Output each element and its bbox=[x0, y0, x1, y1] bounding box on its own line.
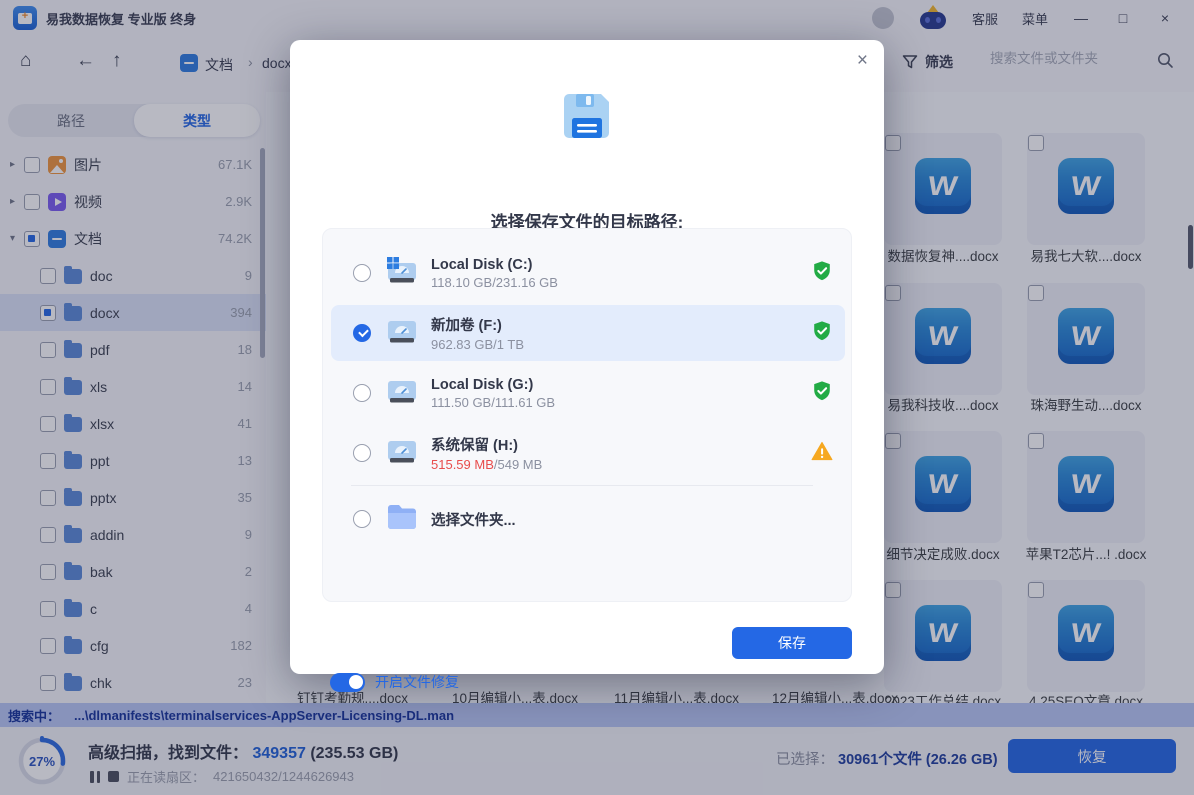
save-path-dialog: × 选择保存文件的目标路径: 您有30961个文件(26.26 GB)需要恢复。 bbox=[290, 40, 884, 674]
drive-icon bbox=[385, 316, 419, 351]
drive-row-c[interactable]: Local Disk (C:) 118.10 GB/231.16 GB bbox=[331, 245, 845, 301]
radio-unselected[interactable] bbox=[353, 264, 371, 282]
drive-list: Local Disk (C:) 118.10 GB/231.16 GB bbox=[322, 228, 852, 602]
divider bbox=[351, 485, 813, 486]
app-window: 易我数据恢复 专业版 终身 客服 菜单 — □ × ⌂ ← ↑ 文档 › doc… bbox=[0, 0, 1194, 795]
drive-row-g[interactable]: Local Disk (G:) 111.50 GB/111.61 GB bbox=[331, 365, 845, 421]
shield-ok-icon bbox=[811, 380, 833, 402]
folder-large-icon bbox=[385, 503, 419, 536]
drive-row-h[interactable]: 系统保留 (H:) 515.59 MB/549 MB bbox=[331, 425, 845, 481]
radio-unselected[interactable] bbox=[353, 444, 371, 462]
shield-ok-icon bbox=[811, 320, 833, 342]
radio-unselected[interactable] bbox=[353, 510, 371, 528]
choose-folder-row[interactable]: 选择文件夹... bbox=[331, 491, 845, 547]
drive-icon bbox=[385, 436, 419, 471]
drive-icon bbox=[385, 376, 419, 411]
file-repair-toggle[interactable] bbox=[330, 673, 365, 692]
shield-ok-icon bbox=[811, 260, 833, 282]
file-repair-label: 开启文件修复 bbox=[375, 672, 459, 692]
dialog-close-icon[interactable]: × bbox=[857, 50, 868, 72]
save-button[interactable]: 保存 bbox=[732, 627, 852, 659]
floppy-disk-icon bbox=[559, 88, 615, 144]
drive-icon bbox=[385, 256, 419, 291]
warning-icon bbox=[811, 441, 833, 461]
low-space-value: 515.59 MB bbox=[431, 457, 494, 472]
radio-unselected[interactable] bbox=[353, 384, 371, 402]
drive-row-f[interactable]: 新加卷 (F:) 962.83 GB/1 TB bbox=[331, 305, 845, 361]
radio-selected[interactable] bbox=[353, 324, 371, 342]
